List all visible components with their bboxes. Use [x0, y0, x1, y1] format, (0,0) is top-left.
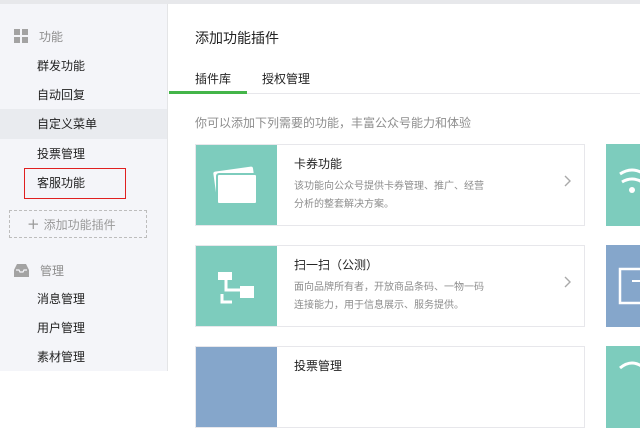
plugin-card-coupons[interactable]: 卡券功能 该功能向公众号提供卡券管理、推广、经营 分析的整套解决方案。 [195, 144, 585, 226]
tab-bar: 插件库 授权管理 [169, 62, 640, 94]
card-thumbnail [196, 347, 277, 427]
plugin-card-partial[interactable] [606, 346, 640, 428]
sidebar-section-features: 功能 [14, 28, 63, 44]
page-title: 添加功能插件 [195, 31, 279, 47]
active-tab-indicator [169, 91, 247, 94]
sidebar-section-manage: 管理 [14, 262, 64, 278]
sidebar-item-materials[interactable]: 素材管理 [37, 347, 157, 367]
card-desc-line: 连接能力，用于信息展示、服务提供。 [294, 300, 464, 311]
wifi-icon [619, 168, 640, 193]
card-desc-line: 面向品牌所有者，开放商品条码、一物一码 [294, 282, 484, 293]
plugin-card-partial[interactable] [606, 245, 640, 327]
intro-text: 你可以添加下列需要的功能，丰富公众号能力和体验 [195, 116, 472, 130]
tab-plugin-library[interactable]: 插件库 [195, 70, 231, 87]
card-title: 扫一扫（公测） [294, 258, 379, 272]
inbox-icon [14, 263, 29, 277]
sidebar-section-label: 功能 [39, 29, 64, 44]
chevron-right-icon [564, 175, 571, 187]
sidebar-item-custom-menu[interactable]: 自定义菜单 [0, 109, 167, 139]
grid-icon [14, 29, 28, 43]
add-plugin-button[interactable]: + 添加功能插件 [9, 210, 147, 238]
add-plugin-label: 添加功能插件 [43, 217, 116, 232]
plus-icon: + [27, 215, 40, 233]
plugin-card-vote[interactable]: 投票管理 [195, 346, 585, 428]
tab-authorization[interactable]: 授权管理 [262, 70, 310, 87]
sidebar-item-vote[interactable]: 投票管理 [37, 144, 157, 164]
card-description: 该功能向公众号提供卡券管理、推广、经营 分析的整套解决方案。 [294, 178, 504, 214]
sidebar-section-label: 管理 [40, 263, 65, 278]
card-thumbnail [196, 145, 277, 225]
chevron-right-icon [564, 276, 571, 288]
vote-icon [196, 347, 277, 427]
plugin-card-partial[interactable] [606, 144, 640, 226]
card-thumbnail [196, 246, 277, 326]
sidebar-item-mass-send[interactable]: 群发功能 [37, 56, 157, 76]
card-description: 面向品牌所有者，开放商品条码、一物一码 连接能力，用于信息展示、服务提供。 [294, 279, 504, 315]
sidebar-item-users[interactable]: 用户管理 [37, 318, 157, 338]
card-desc-line: 分析的整套解决方案。 [294, 199, 394, 210]
card-title: 卡券功能 [294, 157, 343, 171]
highlight-box [24, 168, 126, 199]
doc-icon [618, 267, 640, 305]
card-title: 投票管理 [294, 359, 343, 373]
card-icon [213, 166, 258, 205]
sidebar-item-messages[interactable]: 消息管理 [37, 289, 157, 309]
card-desc-line: 该功能向公众号提供卡券管理、推广、经营 [294, 181, 484, 192]
main-content: 添加功能插件 插件库 授权管理 你可以添加下列需要的功能，丰富公众号能力和体验 … [169, 4, 640, 428]
scan-icon [218, 272, 254, 304]
plugin-card-scan[interactable]: 扫一扫（公测） 面向品牌所有者，开放商品条码、一物一码 连接能力，用于信息展示、… [195, 245, 585, 327]
sidebar-item-auto-reply[interactable]: 自动回复 [37, 85, 157, 105]
